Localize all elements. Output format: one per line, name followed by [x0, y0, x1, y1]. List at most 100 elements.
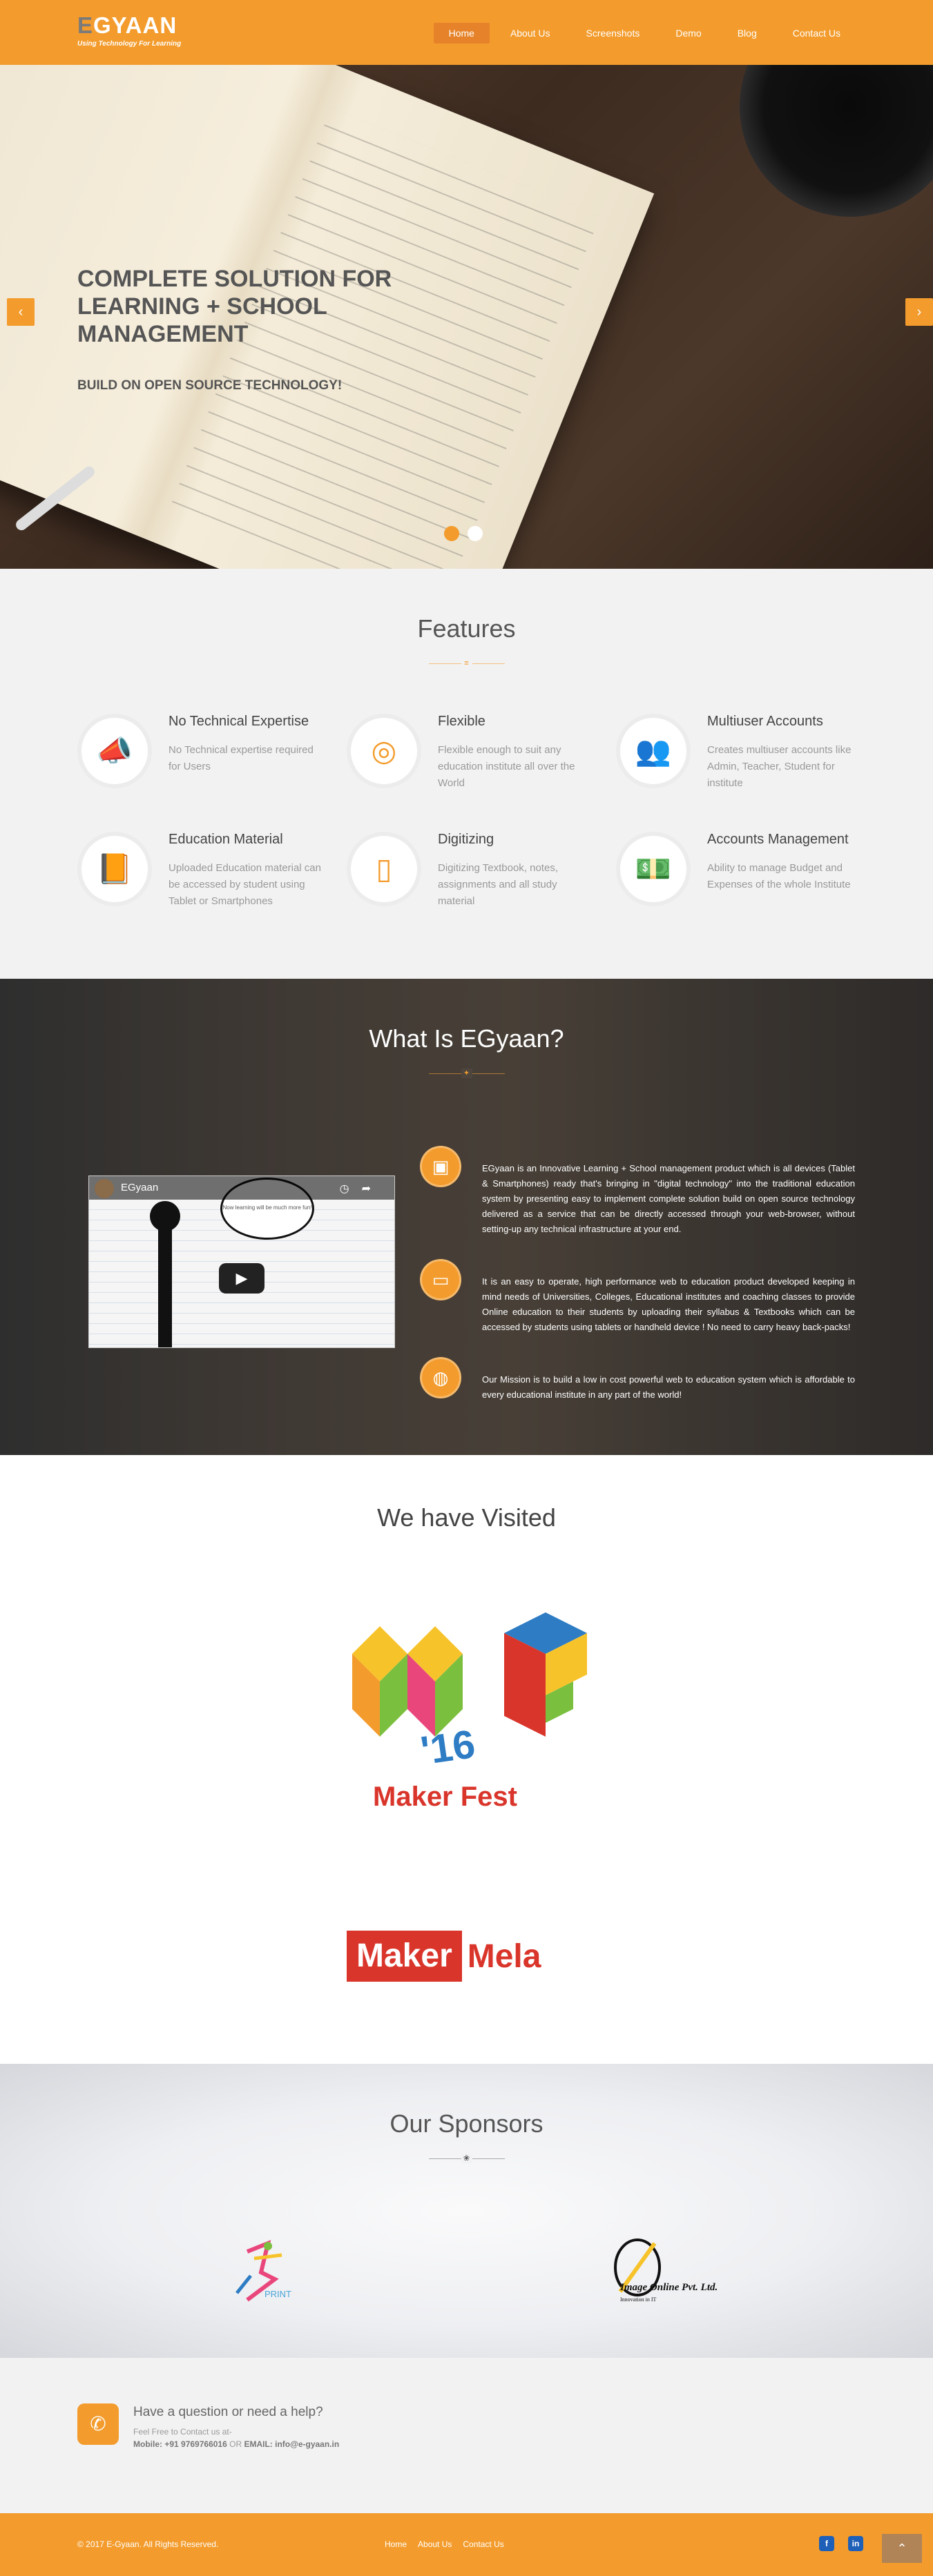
help-mobile[interactable]: +91 9769766016	[164, 2439, 227, 2449]
feature-desc: Ability to manage Budget and Expenses of…	[707, 862, 851, 890]
coffee-cup-image	[740, 65, 933, 217]
feature-item: 💵 Accounts Management Ability to manage B…	[616, 832, 865, 910]
play-icon: ▶	[235, 1269, 248, 1287]
features-grid: 📣 No Technical Expertise No Technical exp…	[77, 714, 865, 910]
feature-title: Digitizing	[438, 832, 494, 847]
phone-icon: ✆	[77, 2403, 119, 2445]
slider-dot-1[interactable]	[444, 526, 459, 541]
features-title: Features	[417, 614, 516, 643]
clock-icon[interactable]: ◷	[340, 1183, 362, 1195]
what-item: ◍ Our Mission is to build a low in cost …	[420, 1357, 855, 1403]
sponsor-logo-2[interactable]: Image Online Pvt. Ltd. Innovation in IT	[606, 2236, 744, 2305]
chevron-right-icon: ›	[916, 304, 922, 320]
help-contact: Mobile: +91 9769766016 OR EMAIL: info@e-…	[133, 2439, 340, 2449]
target-icon: ◎	[371, 734, 397, 767]
linkedin-icon[interactable]: in	[848, 2536, 863, 2551]
feature-title: Flexible	[438, 714, 485, 729]
nav-about-us[interactable]: About Us	[495, 23, 566, 43]
feature-item: ▯ Digitizing Digitizing Textbook, notes, …	[347, 832, 616, 910]
makerfest-label: Maker Fest	[373, 1782, 517, 1812]
play-button[interactable]: ▶	[219, 1263, 264, 1294]
tablet-icon: ▣	[420, 1146, 461, 1187]
money-icon: 💵	[635, 852, 672, 885]
footer-link-about-us[interactable]: About Us	[418, 2539, 452, 2549]
logo-tagline: Using Technology For Learning	[77, 40, 182, 48]
help-title: Have a question or need a help?	[133, 2405, 323, 2419]
footer-links: Home About Us Contact Us	[385, 2539, 504, 2549]
sponsors-title: Our Sponsors	[389, 2109, 544, 2138]
sponsor-2-tag: Innovation in IT	[620, 2296, 657, 2303]
logo-e: E	[77, 12, 94, 38]
what-item: ▭ It is an easy to operate, high perform…	[420, 1259, 855, 1335]
slider-dots	[444, 526, 483, 541]
feature-desc: No Technical expertise required for User…	[169, 744, 314, 772]
logo[interactable]: EGYAAN Using Technology For Learning	[77, 12, 181, 48]
nav-home[interactable]: Home	[433, 23, 490, 43]
hero-subtitle: BUILD ON OPEN SOURCE TECHNOLOGY!	[77, 378, 343, 393]
hero-title: COMPLETE SOLUTION FOR LEARNING + SCHOOL …	[77, 266, 392, 347]
section-separator: ≡	[428, 658, 505, 668]
logo-title: GYAAN	[93, 12, 177, 38]
sponsor-2-name: Image Online Pvt. Ltd.	[619, 2282, 718, 2293]
feature-title: Education Material	[169, 832, 283, 847]
feature-item: 👥 Multiuser Accounts Creates multiuser ac…	[616, 714, 865, 792]
paw-icon: ❀	[461, 2154, 472, 2163]
devices-icon: ▭	[420, 1259, 461, 1300]
help-section: ✆ Have a question or need a help? Feel F…	[0, 2358, 933, 2513]
makerfest-logo: '16 Maker Fest	[352, 1612, 587, 1812]
nav-blog[interactable]: Blog	[722, 23, 772, 43]
section-separator: ✦	[428, 1069, 505, 1078]
sponsors-section: Our Sponsors ❀ PRINT Image Online Pvt. L…	[0, 2064, 933, 2358]
feature-item: 📣 No Technical Expertise No Technical exp…	[77, 714, 347, 792]
feature-title: No Technical Expertise	[169, 714, 309, 729]
feature-item: 📙 Education Material Uploaded Education m…	[77, 832, 347, 910]
main-nav: Home About Us Screenshots Demo Blog Cont…	[433, 23, 856, 43]
feature-desc: Creates multiuser accounts like Admin, T…	[707, 744, 852, 789]
help-line: Feel Free to Contact us at-	[133, 2427, 232, 2437]
site-header: EGYAAN Using Technology For Learning Hom…	[0, 0, 933, 65]
makermela-logo: Maker Mela	[347, 1929, 581, 1983]
nav-screenshots[interactable]: Screenshots	[571, 23, 655, 43]
slider-prev-button[interactable]: ‹	[7, 298, 35, 326]
feature-item: ◎ Flexible Flexible enough to suit any ed…	[347, 714, 616, 792]
feature-title: Accounts Management	[707, 832, 849, 847]
slider-dot-2[interactable]	[468, 526, 483, 541]
makerfest-year: '16	[418, 1721, 478, 1773]
makermela-mela: Mela	[467, 1938, 541, 1975]
what-item-text: EGyaan is an Innovative Learning + Schoo…	[482, 1163, 855, 1234]
feature-title: Multiuser Accounts	[707, 714, 823, 729]
users-icon: 👥	[635, 734, 672, 767]
chevron-up-icon: ⌃	[896, 2541, 907, 2555]
slider-next-button[interactable]: ›	[905, 298, 933, 326]
features-section: Features ≡ 📣 No Technical Expertise No Te…	[0, 569, 933, 979]
chevron-left-icon: ‹	[18, 304, 23, 320]
share-icon[interactable]: ➦	[362, 1183, 383, 1195]
video-player[interactable]: Now learning will be much more fun! EGya…	[88, 1175, 395, 1348]
what-item-text: Our Mission is to build a low in cost po…	[482, 1374, 855, 1400]
what-item-text: It is an easy to operate, high performan…	[482, 1276, 855, 1332]
hero-caption: COMPLETE SOLUTION FOR LEARNING + SCHOOL …	[77, 265, 464, 393]
channel-avatar[interactable]	[95, 1179, 114, 1198]
what-items: ▣ EGyaan is an Innovative Learning + Sch…	[420, 1146, 855, 1425]
back-to-top-button[interactable]: ⌃	[882, 2534, 922, 2563]
feature-desc: Digitizing Textbook, notes, assignments …	[438, 862, 558, 907]
facebook-icon[interactable]: f	[819, 2536, 834, 2551]
footer-link-contact-us[interactable]: Contact Us	[463, 2539, 503, 2549]
feature-desc: Flexible enough to suit any education in…	[438, 744, 575, 789]
video-title[interactable]: EGyaan	[121, 1182, 158, 1193]
mobile-icon: ▯	[376, 852, 392, 885]
what-title: What Is EGyaan?	[369, 1024, 564, 1053]
nav-demo[interactable]: Demo	[660, 23, 716, 43]
globe-icon: ◍	[420, 1357, 461, 1398]
help-email[interactable]: info@e-gyaan.in	[275, 2439, 339, 2449]
site-footer: © 2017 E-Gyaan. All Rights Reserved. Hom…	[0, 2513, 933, 2576]
section-separator: ❀	[428, 2154, 505, 2163]
social-links: f in	[819, 2536, 863, 2551]
footer-link-home[interactable]: Home	[385, 2539, 407, 2549]
visited-title: We have Visited	[377, 1503, 556, 1532]
nav-contact-us[interactable]: Contact Us	[778, 23, 856, 43]
sponsor-logo-1[interactable]: PRINT	[220, 2238, 302, 2307]
copyright: © 2017 E-Gyaan. All Rights Reserved.	[77, 2539, 219, 2549]
hero-slider: COMPLETE SOLUTION FOR LEARNING + SCHOOL …	[0, 65, 933, 569]
separator-icon: ≡	[461, 658, 472, 668]
